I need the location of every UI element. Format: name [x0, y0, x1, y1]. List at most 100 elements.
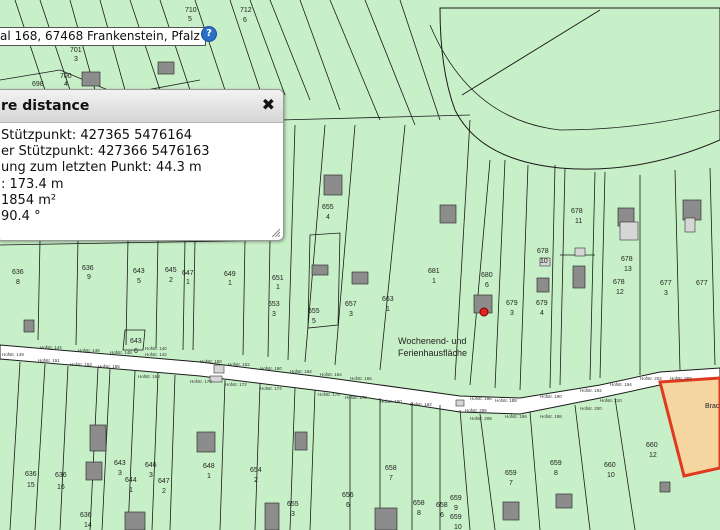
parcel-sub: 1 [228, 280, 232, 287]
street-label: Hofstr. 152 [228, 362, 250, 367]
area-label-line1: Wochenend- und [398, 336, 466, 346]
street-label: Hofstr. 149 [2, 352, 24, 357]
parcel-sub: 14 [84, 522, 92, 529]
parcel-num: 643 [130, 338, 142, 345]
street-label: Hofstr. 166 [350, 376, 372, 381]
parcel-num: 659 [505, 470, 517, 477]
parcel-num: 647 [158, 478, 170, 485]
street-label: Hofstr. 142 [145, 352, 167, 357]
parcel-num: 700 [60, 73, 72, 80]
parcel-sub: 3 [664, 290, 668, 297]
parcel-num: 636 [82, 265, 94, 272]
parcel-sub: 6 [485, 282, 489, 289]
street-label: Hofstr. 196 [505, 414, 527, 419]
panel-body: Stützpunkt: 427365 5476164 er Stützpunkt… [0, 123, 283, 225]
parcel-sub: 10 [540, 258, 548, 265]
parcel-sub: 11 [575, 218, 582, 225]
street-label: Hofstr. 188 [495, 398, 517, 403]
parcel-sub: 1 [129, 487, 133, 494]
parcel-sub: 4 [540, 310, 544, 317]
parcel-num: 710 [185, 7, 197, 14]
street-label: Hofstr. 204 [640, 376, 662, 381]
parcel-sub: 8 [417, 510, 421, 517]
measure-line-total-distance: : 173.4 m [1, 176, 64, 192]
parcel-num: 644 [125, 477, 137, 484]
parcel-num: 651 [272, 275, 284, 282]
close-icon[interactable]: ✖ [262, 96, 275, 114]
parcel-num: 655 [287, 501, 299, 508]
parcel-num: 701 [70, 47, 82, 54]
parcel-num: 681 [428, 268, 440, 275]
parcel-num: 660 [646, 442, 658, 449]
area-label-line2: Ferienhausfläche [398, 348, 467, 358]
parcel-num: 653 [268, 301, 280, 308]
parcel-num: 678 [621, 256, 633, 263]
address-display[interactable]: al 168, 67468 Frankenstein, Pfalz [0, 27, 206, 46]
measure-line-area: 1854 m² [1, 192, 57, 208]
parcel-sub: 3 [118, 470, 122, 477]
measure-line-last-point: er Stützpunkt: 427366 5476163 [1, 144, 210, 160]
parcel-num: 646 [145, 462, 157, 469]
parcel-sub: 2 [254, 477, 258, 484]
parcel-sub: 3 [291, 511, 295, 518]
parcel-num: 656 [342, 492, 354, 499]
parcel-sub: 12 [649, 452, 657, 459]
parcel-num: 636 [25, 471, 37, 478]
street-label: Hofstr. 172 [225, 382, 247, 387]
parcel-num: 712 [240, 7, 252, 14]
parcel-num: 655 [322, 204, 334, 211]
street-label: Hofstr. 144 [40, 345, 62, 350]
parcel-sub: 2 [169, 277, 173, 284]
parcel-num: 658 [385, 465, 397, 472]
parcel-sub: 8 [554, 470, 558, 477]
parcel-sub: 10 [607, 472, 615, 479]
parcel-sub: 16 [57, 484, 65, 491]
parcel-sub: 3 [74, 56, 78, 63]
street-label: Hofstr. 140 [145, 346, 167, 351]
street-label: Hofstr. 198 [540, 414, 562, 419]
parcel-num: 643 [133, 268, 145, 275]
street-label: Hofstr. 174 [260, 386, 282, 391]
street-label: Hofstr. 178 [345, 395, 367, 400]
parcel-sub: 7 [389, 475, 393, 482]
parcel-num: 645 [165, 267, 177, 274]
parcel-sub: 13 [624, 266, 632, 273]
street-label: Hofstr. 202 [670, 376, 692, 381]
street-label: Hofstr. 180 [380, 399, 402, 404]
measure-line-angle: 90.4 ° [1, 209, 41, 225]
parcel-num: 648 [203, 463, 215, 470]
parcel-num: 657 [345, 301, 357, 308]
parcel-num: 678 [571, 208, 583, 215]
parcel-sub: 3 [149, 472, 153, 479]
street-label: Hofstr. 162 [290, 369, 312, 374]
panel-header[interactable]: re distance ✖ [0, 90, 283, 123]
street-label: Hofstr. 186 [470, 396, 492, 401]
resize-grip-icon[interactable] [270, 227, 280, 237]
measure-point-marker[interactable] [479, 307, 489, 317]
parcel-num: 660 [604, 462, 616, 469]
street-label: Hofstr. 208 [470, 416, 492, 421]
parcel-num: 636 [55, 472, 67, 479]
parcel-num: 655 [308, 308, 320, 315]
parcel-sub: 4 [326, 214, 330, 221]
parcel-sub: 15 [27, 482, 35, 489]
street-label: Hofstr. 190 [540, 394, 562, 399]
parcel-num: 658 [436, 502, 448, 509]
panel-title: re distance [1, 98, 90, 114]
parcel-num: 659 [450, 514, 462, 521]
street-label: Hofstr. 164 [320, 372, 342, 377]
parcel-num: 678 [613, 279, 625, 286]
cadastral-map[interactable]: Brac Wochenend- und Ferienhausfläche 710… [0, 0, 720, 530]
parcel-sub: 1 [432, 278, 436, 285]
street-label: Hofstr. 153 [70, 362, 92, 367]
street-label: Hofstr. 155 [98, 364, 120, 369]
measure-distance-panel[interactable]: re distance ✖ Stützpunkt: 427365 5476164… [0, 89, 284, 241]
parcel-num: 680 [481, 272, 493, 279]
parcel-num: 636 [12, 269, 24, 276]
measure-line-segment-distance: ung zum letzten Punkt: 44.3 m [1, 160, 202, 176]
help-icon[interactable]: ? [201, 26, 217, 42]
parcel-sub: 5 [312, 318, 316, 325]
parcel-num: 659 [450, 495, 462, 502]
street-label: Hofstr. 146 [78, 348, 100, 353]
parcel-sub: 1 [186, 279, 190, 286]
